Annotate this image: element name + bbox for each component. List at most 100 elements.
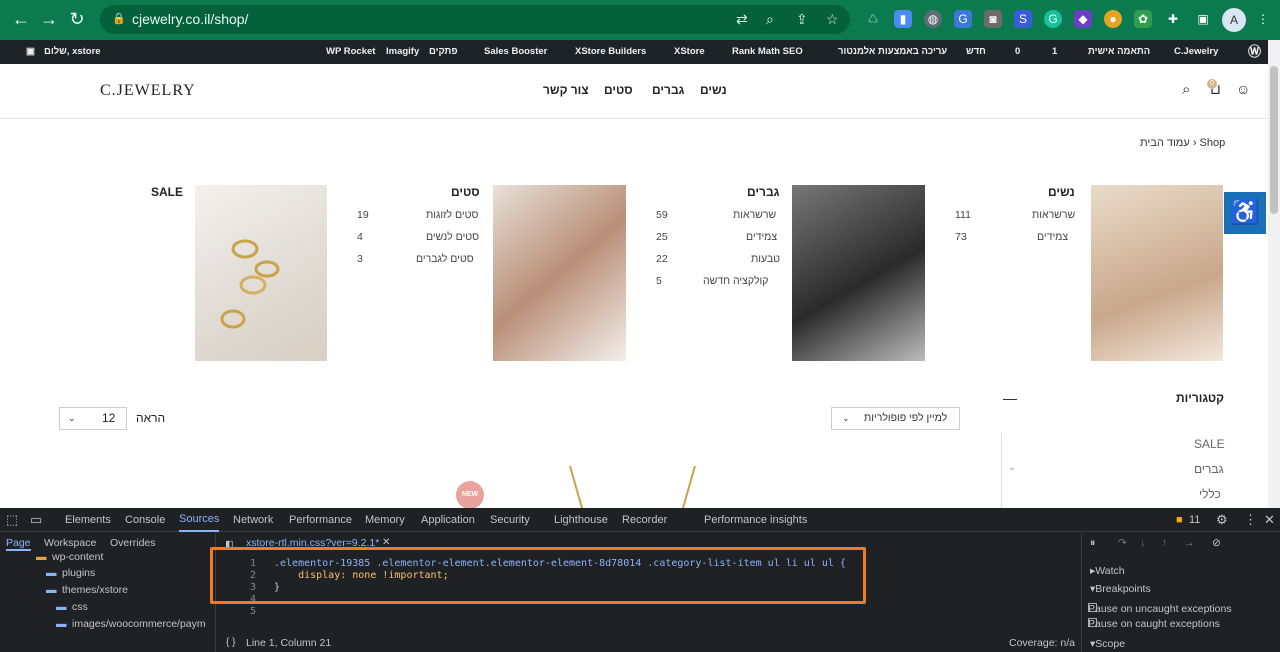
pause-icon[interactable]: ⏸	[1090, 537, 1095, 550]
site-logo[interactable]: C.JEWELRY	[100, 82, 196, 100]
tab-network[interactable]: Network	[233, 508, 273, 532]
admin-new[interactable]: חדש	[966, 40, 986, 64]
tab-performance-insights[interactable]: Performance insights	[704, 508, 807, 532]
subcat-men-rings[interactable]: טבעות	[751, 253, 780, 265]
inspect-icon[interactable]: ⬚	[6, 508, 18, 532]
category-image-sale[interactable]	[195, 185, 327, 361]
subcat-sets-women[interactable]: סטים לנשים	[426, 231, 479, 243]
subcat-women-bracelets[interactable]: צמידים	[1037, 231, 1068, 243]
chevron-down-icon[interactable]: ⌄	[1008, 462, 1016, 473]
subcat-women-necklaces[interactable]: שרשראות	[1032, 209, 1075, 221]
admin-rank-math[interactable]: Rank Math SEO	[732, 40, 803, 64]
sidebar-item-men[interactable]: גברים	[1194, 462, 1224, 476]
tab-console[interactable]: Console	[125, 508, 165, 532]
admin-xstore-builders[interactable]: XStore Builders	[575, 40, 646, 64]
step-over-icon[interactable]: ↷	[1118, 537, 1127, 549]
step-icon[interactable]: →	[1184, 537, 1195, 549]
category-image-men[interactable]	[792, 185, 925, 361]
menu-men[interactable]: גברים	[652, 83, 684, 97]
forward-icon[interactable]: →	[38, 9, 60, 29]
address-bar[interactable]: 🔒 cjewelry.co.il/shop/ ⇄ ⌕ ⇪ ☆	[100, 5, 850, 34]
subcat-men-bracelets[interactable]: צמידים	[746, 231, 777, 243]
tree-wp-content[interactable]: wp-content	[52, 551, 103, 563]
extension-leaf-icon[interactable]: ✿	[1134, 10, 1152, 28]
tree-plugins[interactable]: plugins	[62, 567, 95, 579]
per-page-select[interactable]: 12 ⌄	[59, 407, 127, 430]
bookmark-star-icon[interactable]: ☆	[826, 5, 839, 34]
admin-imagify[interactable]: Imagify	[386, 40, 419, 64]
tab-recorder[interactable]: Recorder	[622, 508, 667, 532]
breadcrumb[interactable]: עמוד הבית › Shop	[1140, 137, 1225, 149]
more-dots-icon[interactable]: ⋮	[1244, 508, 1257, 532]
deactivate-breakpoints-icon[interactable]: ⊘	[1212, 537, 1221, 549]
account-icon[interactable]: ☺	[1236, 81, 1250, 97]
tab-lighthouse[interactable]: Lighthouse	[554, 508, 608, 532]
product-necklace-image[interactable]	[560, 466, 700, 508]
extensions-puzzle-icon[interactable]: ✚	[1164, 10, 1182, 28]
back-icon[interactable]: ←	[10, 9, 32, 29]
admin-xstore[interactable]: XStore	[674, 40, 705, 64]
admin-notes[interactable]: פתקים	[429, 40, 458, 64]
extension-color-icon[interactable]: ●	[1104, 10, 1122, 28]
admin-site-name[interactable]: C.Jewelry	[1174, 40, 1218, 64]
translate-icon[interactable]: ⇄	[736, 5, 748, 34]
subcat-men-necklaces[interactable]: שרשראות	[733, 209, 776, 221]
tab-security[interactable]: Security	[490, 508, 530, 532]
subcat-sets-couples[interactable]: סטים לזוגות	[426, 209, 478, 221]
tree-images[interactable]: images/woocommerce/paym	[72, 618, 206, 630]
page-scrollbar[interactable]	[1268, 40, 1280, 508]
breakpoints-section[interactable]: ▾ Breakpoints	[1090, 583, 1151, 595]
tab-sources[interactable]: Sources	[179, 508, 220, 532]
sidebar-item-sale[interactable]: SALE	[1194, 437, 1225, 451]
tab-application[interactable]: Application	[421, 508, 475, 532]
tab-elements[interactable]: Elements	[65, 508, 111, 532]
category-image-sets[interactable]	[493, 185, 626, 361]
zoom-icon[interactable]: ⌕	[766, 5, 774, 34]
nav-tab-overrides[interactable]: Overrides	[110, 537, 156, 549]
category-image-women[interactable]	[1091, 185, 1223, 361]
menu-contact[interactable]: צור קשר	[543, 83, 589, 97]
issues-count[interactable]: 11	[1189, 508, 1200, 532]
category-title-sale[interactable]: SALE	[151, 185, 183, 199]
device-toggle-icon[interactable]: ▭	[30, 508, 42, 532]
extension-camera-icon[interactable]: ◙	[984, 10, 1002, 28]
category-title-men[interactable]: גברים	[747, 185, 779, 199]
tab-memory[interactable]: Memory	[365, 508, 405, 532]
step-out-icon[interactable]: ↑	[1162, 537, 1167, 549]
nav-tab-workspace[interactable]: Workspace	[44, 537, 96, 549]
admin-customize[interactable]: התאמה אישית	[1088, 40, 1150, 64]
extension-badge-icon[interactable]: ◆	[1074, 10, 1092, 28]
admin-comments-count[interactable]: 0	[1015, 40, 1020, 64]
sidebar-item-general[interactable]: כללי	[1199, 487, 1221, 501]
category-title-women[interactable]: נשים	[1048, 185, 1075, 199]
sidepanel-icon[interactable]: ▣	[1194, 10, 1212, 28]
close-devtools-icon[interactable]: ✕	[1264, 508, 1275, 532]
collapse-minus-icon[interactable]: —	[1003, 390, 1017, 406]
admin-greeting[interactable]: שלום, xstore	[44, 40, 101, 64]
menu-dots-icon[interactable]: ⋮	[1254, 10, 1272, 28]
admin-user-icon[interactable]: ▣	[26, 40, 35, 64]
extension-grammarly-icon[interactable]: G	[1044, 10, 1062, 28]
admin-updates-count[interactable]: 1	[1052, 40, 1057, 64]
step-into-icon[interactable]: ↓	[1140, 537, 1145, 549]
extension-s-icon[interactable]: S	[1014, 10, 1032, 28]
nav-tab-page[interactable]: Page	[6, 537, 31, 551]
share-icon[interactable]: ⇪	[796, 5, 808, 34]
settings-gear-icon[interactable]: ⚙	[1216, 508, 1228, 532]
admin-wp-rocket[interactable]: WP Rocket	[326, 40, 375, 64]
tab-performance[interactable]: Performance	[289, 508, 352, 532]
extension-globe-icon[interactable]: ◍	[924, 10, 942, 28]
watch-section[interactable]: ▸ Watch	[1090, 565, 1125, 577]
wordpress-logo-icon[interactable]: Ⓦ	[1248, 40, 1261, 64]
format-braces-icon[interactable]: { }	[226, 637, 235, 648]
menu-women[interactable]: נשים	[700, 83, 727, 97]
menu-sets[interactable]: סטים	[604, 83, 633, 97]
tree-themes-xstore[interactable]: themes/xstore	[62, 584, 128, 596]
extension-doc-icon[interactable]: ▮	[894, 10, 912, 28]
sort-dropdown[interactable]: למיין לפי פופולריות ⌄	[831, 407, 960, 430]
issues-icon[interactable]: ■	[1176, 508, 1183, 532]
search-icon[interactable]: ⌕	[1182, 81, 1190, 98]
category-title-sets[interactable]: סטים	[451, 185, 480, 199]
subcat-sets-men[interactable]: סטים לגברים	[416, 253, 474, 265]
admin-sales-booster[interactable]: Sales Booster	[484, 40, 547, 64]
